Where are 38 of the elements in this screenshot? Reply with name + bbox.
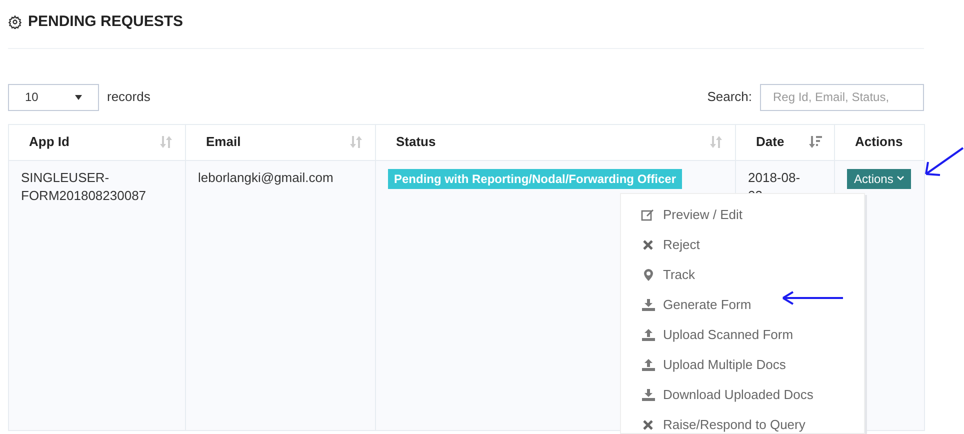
records-select[interactable]: 10 <box>8 84 99 110</box>
records-value: 10 <box>25 89 38 106</box>
column-header[interactable]: Email <box>198 132 241 152</box>
menu-item[interactable]: Preview / Edit <box>621 200 864 230</box>
menu-item[interactable]: Download Uploaded Docs <box>621 380 864 410</box>
column-header: Actions <box>854 133 903 152</box>
settings-icon <box>8 15 22 30</box>
close-icon <box>643 240 653 250</box>
map-pin-icon <box>644 269 652 281</box>
sort-descending-icon[interactable] <box>808 136 822 148</box>
sort-icon[interactable] <box>159 136 173 148</box>
column-header[interactable]: Status <box>388 132 436 152</box>
menu-item[interactable]: Track <box>621 260 864 290</box>
menu-item[interactable]: Raise/Respond to Query <box>621 410 864 434</box>
close-icon <box>643 420 653 430</box>
actions-button[interactable]: Actions <box>847 168 912 188</box>
sort-icon[interactable] <box>349 136 363 148</box>
records-label: records <box>107 88 150 106</box>
caret-icon <box>75 94 82 100</box>
menu-item[interactable]: Upload Scanned Form <box>621 320 864 350</box>
edit-icon <box>641 209 655 221</box>
page-heading: PENDING REQUESTS <box>28 12 184 32</box>
menu-item[interactable]: Generate Form <box>621 290 864 320</box>
upload-icon <box>642 359 654 371</box>
upload-icon <box>642 329 654 341</box>
menu-item[interactable]: Reject <box>621 230 864 260</box>
table-cell-text: SINGLEUSER-FORM201808230087 <box>21 168 148 204</box>
annotation-arrow <box>780 290 844 306</box>
column-header[interactable]: App Id <box>21 132 70 152</box>
sort-icon[interactable] <box>709 136 723 148</box>
table-cell-text: leborlangki@gmail.com <box>198 168 334 186</box>
download-icon <box>642 389 654 401</box>
status-badge: Pending with Reporting/Nodal/Forwarding Officer <box>388 168 682 188</box>
search-field[interactable]: Reg Id, Email, Status, <box>760 84 924 110</box>
search-label: Search: <box>707 88 752 106</box>
download-icon <box>642 299 654 311</box>
menu-item[interactable]: Upload Multiple Docs <box>621 350 864 380</box>
chevron-down-icon <box>897 176 904 181</box>
